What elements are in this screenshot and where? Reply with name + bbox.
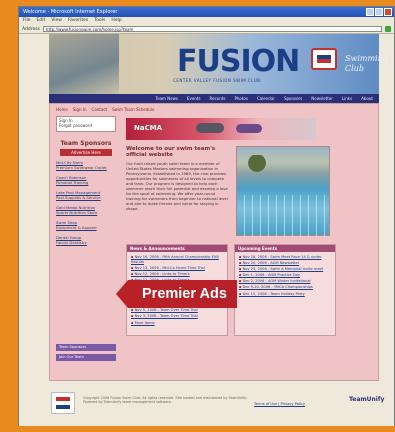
sidebar: Sign In Forgot password Team Sponsors Ad… [56, 116, 116, 378]
news-item[interactable]: Nov 5, 2006 - Team Over Time Trial [131, 308, 223, 313]
sponsor-link[interactable]: Gold Medal Nutrition Sports Nutrition Sto… [56, 205, 116, 215]
breadcrumb-item[interactable]: Contact [92, 107, 108, 112]
privacy-link[interactable]: Privacy Policy [281, 402, 306, 406]
menu-bar: File Edit View Favorites Tools Help [19, 17, 394, 25]
teamunify-logo[interactable]: TeamUnify [349, 396, 384, 403]
sidebar-bar-button[interactable]: Join Our Team [56, 354, 116, 361]
site-footer: Copyright 2006 Fusion Swim Club. All rig… [49, 386, 384, 420]
main-content: Home Sign In Contact Swim Team Schedule … [49, 103, 379, 381]
news-item[interactable]: Nov 12, 2006 - Links to Timers [131, 272, 223, 277]
nav-item[interactable]: About [361, 96, 373, 101]
welcome-body: Our fund raised youth swim team is a mem… [126, 161, 228, 211]
news-item[interactable]: Nov 3, 2006 - Team Over Time Trial [131, 314, 223, 319]
menu-edit[interactable]: Edit [37, 17, 46, 25]
menu-help[interactable]: Help [111, 17, 121, 25]
events-panel: Upcoming Events Nov 18, 2006 - Swim Meet… [234, 244, 336, 336]
address-bar: Address http://www.fusionswim.com/home.j… [19, 25, 394, 34]
nav-item[interactable]: Team News [155, 96, 178, 101]
welcome-section: Welcome to our swim team's official webs… [126, 146, 228, 211]
palm-trees [245, 155, 275, 175]
nav-item[interactable]: Calendar [257, 96, 275, 101]
news-item[interactable]: Nov 16, 2006 - Fifth Annual Championship… [131, 255, 223, 264]
browser-window: Welcome - Microsoft Internet Explorer Fi… [18, 6, 395, 426]
address-label: Address [22, 26, 40, 32]
usa-swimming-logo [51, 392, 75, 414]
breadcrumb-item[interactable]: Swim Team Schedule [112, 107, 154, 112]
event-item[interactable]: Nov 20, 2006 - AGM Newsletter [239, 261, 331, 266]
event-item[interactable]: Nov 18, 2006 - Swim Meet Race 14 & under [239, 255, 331, 260]
welcome-heading: Welcome to our swim team's official webs… [126, 146, 216, 158]
advertise-button[interactable]: Advertise Here [60, 149, 112, 156]
minimize-icon[interactable] [366, 8, 374, 16]
breadcrumb: Home Sign In Contact Swim Team Schedule [56, 107, 154, 112]
usa-swimming-badge [311, 48, 337, 70]
event-item[interactable]: Dec 9-10, 2006 - YMCA Championships [239, 285, 331, 290]
site-nav: Team News Events Records Photos Calendar… [49, 94, 379, 103]
breadcrumb-item[interactable]: Home [56, 107, 68, 112]
window-controls [366, 8, 392, 16]
go-button[interactable] [385, 26, 391, 32]
nav-item[interactable]: Sponsors [284, 96, 302, 101]
login-box: Sign In Forgot password [56, 116, 116, 132]
sponsor-link[interactable]: Coach Robinson Personal Training [56, 175, 116, 185]
nav-item[interactable]: Newsletter [311, 96, 333, 101]
event-item[interactable]: Nov 25, 2006 - Swim A Memorial Invite me… [239, 267, 331, 272]
url-input[interactable]: http://www.fusionswim.com/home.jsp?team [42, 26, 382, 32]
forgot-password-link[interactable]: Forgot password [59, 123, 113, 128]
more-items-link[interactable]: More Items [131, 321, 223, 326]
sponsor-link[interactable]: Dental Group Family Dentistry [56, 235, 116, 245]
sidebar-bars: Team Sponsors Join Our Team [56, 344, 116, 364]
goggles-image [196, 123, 224, 133]
menu-tools[interactable]: Tools [94, 17, 105, 25]
footer-text: Copyright 2006 Fusion Swim Club. All rig… [83, 396, 247, 405]
nav-item[interactable]: Photos [234, 96, 248, 101]
close-icon[interactable] [384, 8, 392, 16]
maximize-icon[interactable] [375, 8, 383, 16]
ad-banner[interactable]: NaCMA [126, 118, 316, 140]
nav-item[interactable]: Events [187, 96, 201, 101]
sponsor-link[interactable]: Swim Shop Equipment & Apparel [56, 220, 116, 230]
footer-links: Terms of Use | Privacy Policy [254, 402, 306, 406]
menu-view[interactable]: View [51, 17, 62, 25]
pool-lanes [237, 195, 329, 237]
premier-ads-callout: Premier Ads [116, 280, 237, 308]
nav-item[interactable]: Links [342, 96, 352, 101]
banner-logo: NaCMA [134, 124, 163, 132]
goggles-image [236, 124, 262, 133]
menu-favorites[interactable]: Favorites [68, 17, 88, 25]
events-panel-title: Upcoming Events [235, 245, 335, 252]
terms-link[interactable]: Terms of Use [254, 402, 277, 406]
window-title-bar: Welcome - Microsoft Internet Explorer [19, 7, 394, 17]
header-script-text: Swimming Club [345, 54, 388, 73]
site-header: FUSION CENTER VALLEY FUSION SWIM CLUB Sw… [49, 34, 388, 94]
menu-file[interactable]: File [23, 17, 31, 25]
nav-item[interactable]: Records [210, 96, 226, 101]
news-item[interactable]: Nov 13, 2006 - Mid-Co Home Time Trial [131, 266, 223, 271]
sidebar-bar-button[interactable]: Team Sponsors [56, 344, 116, 351]
window-title: Welcome - Microsoft Internet Explorer [23, 9, 118, 15]
site-tagline: CENTER VALLEY FUSION SWIM CLUB [173, 78, 261, 83]
breadcrumb-item[interactable]: Sign In [73, 107, 87, 112]
sponsor-link[interactable]: Mid-City Swim Premium Swimwear Outlet [56, 160, 116, 170]
news-panel-title: News & Announcements [127, 245, 227, 252]
event-item[interactable]: Dec 15, 2006 - Team Holiday Party [239, 292, 331, 297]
sponsors-title: Team Sponsors [60, 140, 112, 147]
swimmer-photo [49, 34, 119, 94]
site-logo[interactable]: FUSION [177, 44, 300, 79]
event-item[interactable]: Dec 1, 2006 - AGM Practice Day [239, 273, 331, 278]
page-viewport: FUSION CENTER VALLEY FUSION SWIM CLUB Sw… [19, 34, 394, 426]
pool-photo [236, 146, 330, 237]
event-item[interactable]: Dec 2, 2006 - AGM Winter Invitational [239, 279, 331, 284]
sponsor-link[interactable]: Lake Pool Management Pool Supplies & Serv… [56, 190, 116, 200]
